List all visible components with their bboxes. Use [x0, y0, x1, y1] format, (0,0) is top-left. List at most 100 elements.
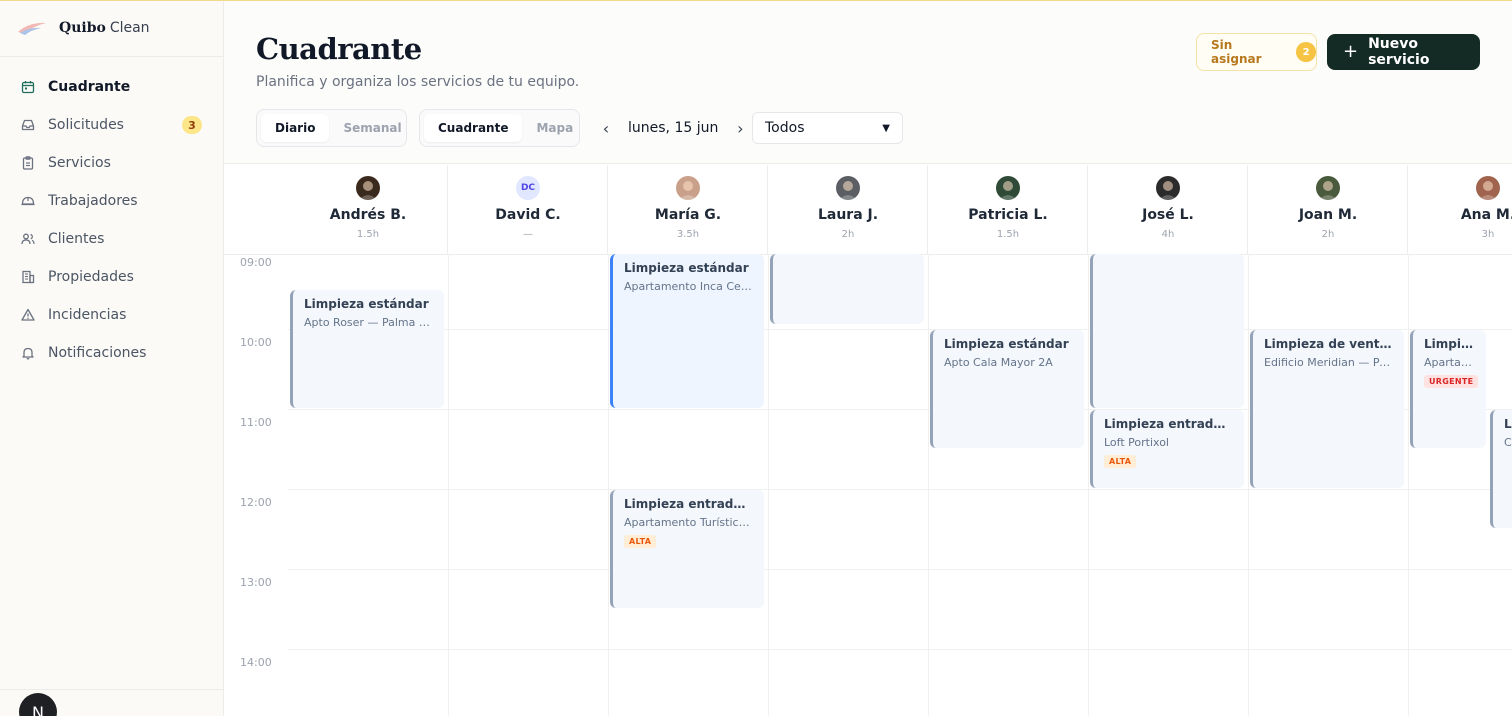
worker-column-header[interactable]: Patricia L. 1.5h [928, 165, 1088, 254]
service-card[interactable]: Limpieza estándar Apartamento Inca Centro [610, 254, 764, 408]
sidebar-item-cuadrante[interactable]: Cuadrante [0, 68, 223, 106]
brand[interactable]: Quibo Clean [0, 0, 223, 57]
service-card[interactable]: Limpieza entrada/salida Apartamento Turís… [610, 490, 764, 608]
sidebar-item-clientes[interactable]: Clientes [0, 220, 223, 258]
worker-column-header[interactable]: Ana M. 3h [1408, 165, 1512, 254]
worker-column-header[interactable]: María G. 3.5h [608, 165, 768, 254]
view-mode-toggle: Diario Semanal [256, 109, 407, 147]
display-mode-grid[interactable]: Cuadrante [424, 114, 523, 142]
sidebar-item-label: Notificaciones [48, 345, 147, 361]
service-card[interactable]: Limpieza entrada/salida Loft Portixol ALTA [1090, 410, 1244, 488]
service-title: Limpieza [1504, 417, 1512, 431]
view-mode-weekly[interactable]: Semanal [329, 114, 415, 142]
sidebar-item-notificaciones[interactable]: Notificaciones [0, 334, 223, 372]
helmet-icon [20, 193, 36, 209]
sidebar-item-propiedades[interactable]: Propiedades [0, 258, 223, 296]
service-location: Edificio Meridian — Portixol [1264, 356, 1393, 369]
worker-avatar [1316, 176, 1340, 200]
time-label: 12:00 [240, 496, 272, 509]
service-title: Limpieza estándar [1424, 337, 1475, 351]
time-label: 11:00 [240, 416, 272, 429]
worker-name: David C. [495, 207, 561, 223]
sidebar-item-servicios[interactable]: Servicios [0, 144, 223, 182]
schedule-grid: 09:00 10:00 11:00 12:00 13:00 14:00 Andrés B. 1… [224, 165, 1512, 716]
priority-badge: ALTA [624, 535, 657, 548]
display-mode-map[interactable]: Mapa [522, 114, 587, 142]
service-title: Limpieza entrada/salida [1104, 417, 1233, 431]
brand-sub: Clean [109, 20, 150, 36]
worker-hours: 3h [1481, 229, 1495, 240]
unassigned-button[interactable]: Sin asignar 2 [1196, 33, 1317, 71]
requests-count-badge: 3 [182, 116, 202, 134]
sidebar-item-incidencias[interactable]: Incidencias [0, 296, 223, 334]
sidebar-item-label: Solicitudes [48, 117, 124, 133]
brand-name: Quibo [59, 20, 106, 36]
new-service-button[interactable]: + Nuevo servicio [1327, 34, 1480, 70]
worker-avatar [1156, 176, 1180, 200]
sidebar-item-label: Clientes [48, 231, 105, 247]
service-card[interactable] [770, 254, 924, 324]
service-title: Limpieza entrada/salida [624, 497, 753, 511]
service-location: Apartamento Inca Centro [624, 280, 753, 293]
current-date: lunes, 15 jun [628, 120, 719, 136]
worker-column-header[interactable]: Laura J. 2h [768, 165, 928, 254]
users-icon [20, 231, 36, 247]
service-title: Limpieza estándar [304, 297, 429, 311]
user-avatar[interactable]: N [19, 693, 57, 716]
service-card[interactable]: Limpieza Casa [1490, 410, 1512, 528]
page-header: Cuadrante Planifica y organiza los servi… [224, 0, 1512, 164]
chevron-left-icon[interactable]: ‹ [596, 116, 616, 140]
sidebar-footer: N [0, 689, 224, 716]
sidebar-item-solicitudes[interactable]: Solicitudes 3 [0, 106, 223, 144]
worker-filter-select[interactable]: Todos ▼ [752, 112, 903, 144]
service-card[interactable]: Limpieza de ventanas Edificio Meridian — … [1250, 330, 1404, 488]
worker-column-header[interactable]: DC David C. — [448, 165, 608, 254]
chevron-right-icon[interactable]: › [730, 116, 750, 140]
grid-column-divider [608, 254, 609, 716]
brand-logo-icon [18, 22, 46, 35]
worker-hours: — [523, 229, 533, 240]
service-title: Limpieza estándar [624, 261, 749, 275]
service-card[interactable]: Limpieza estándar Apartamento URGENTE [1410, 330, 1486, 448]
sidebar-item-trabajadores[interactable]: Trabajadores [0, 182, 223, 220]
worker-name: José L. [1142, 207, 1194, 223]
sidebar: Quibo Clean Cuadrante Solicitudes 3 Servici… [0, 0, 224, 716]
hour-divider [288, 569, 1512, 570]
hour-divider [288, 649, 1512, 650]
service-title: Limpieza estándar [944, 337, 1069, 351]
priority-badge: URGENTE [1424, 375, 1479, 388]
worker-name: Andrés B. [329, 207, 407, 223]
time-label: 10:00 [240, 336, 272, 349]
warning-icon [20, 307, 36, 323]
grid-column-divider [768, 254, 769, 716]
plus-icon: + [1343, 41, 1359, 62]
worker-hours: 2h [1321, 229, 1335, 240]
hour-divider [288, 489, 1512, 490]
chevron-down-icon: ▼ [882, 122, 890, 134]
worker-name: Ana M. [1460, 207, 1512, 223]
view-mode-daily[interactable]: Diario [261, 114, 330, 142]
service-card[interactable]: Limpieza estándar Apto Cala Mayor 2A [930, 330, 1084, 448]
inbox-icon [20, 117, 36, 133]
service-card[interactable]: Limpieza estándar Apto Roser — Palma cent… [290, 290, 444, 408]
bell-icon [20, 345, 36, 361]
building-icon [20, 269, 36, 285]
worker-name: Joan M. [1298, 207, 1358, 223]
unassigned-label: Sin asignar [1211, 38, 1262, 66]
time-label: 13:00 [240, 576, 272, 589]
worker-avatar: DC [516, 176, 540, 200]
worker-avatar [996, 176, 1020, 200]
service-location: Loft Portixol [1104, 436, 1169, 449]
service-title: Limpieza de ventanas [1264, 337, 1393, 351]
display-mode-toggle: Cuadrante Mapa [419, 109, 580, 147]
worker-hours: 4h [1161, 229, 1175, 240]
worker-column-header[interactable]: Joan M. 2h [1248, 165, 1408, 254]
new-service-label: Nuevo servicio [1368, 36, 1430, 68]
service-location: Apto Cala Mayor 2A [944, 356, 1053, 369]
worker-hours: 2h [841, 229, 855, 240]
page-title: Cuadrante [256, 32, 422, 66]
service-location: Apartamento [1424, 356, 1475, 369]
service-card[interactable] [1090, 254, 1244, 408]
worker-column-header[interactable]: Andrés B. 1.5h [288, 165, 448, 254]
worker-column-header[interactable]: José L. 4h [1088, 165, 1248, 254]
